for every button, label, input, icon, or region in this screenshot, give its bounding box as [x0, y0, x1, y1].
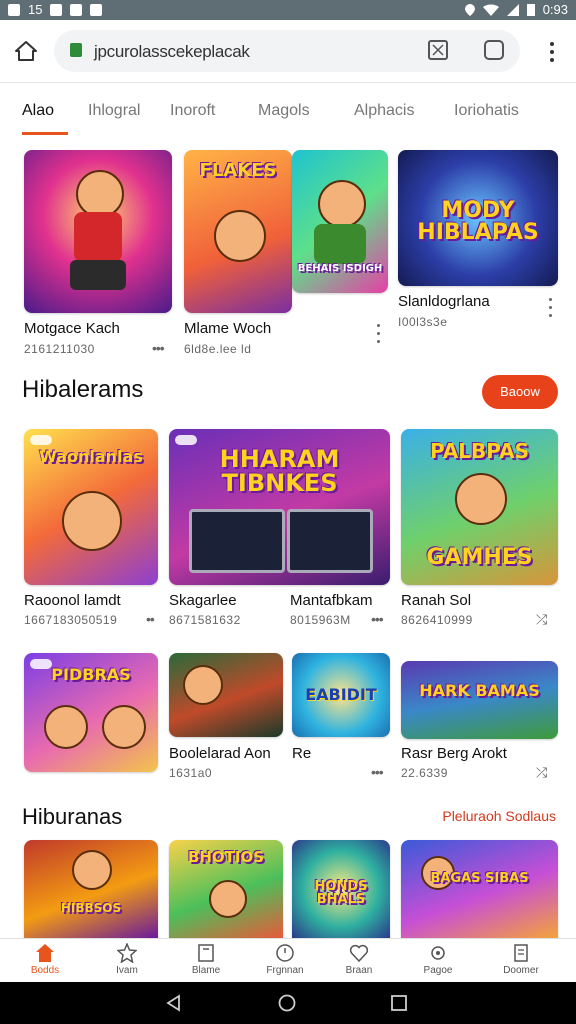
game-thumbnail[interactable]: HIBBSOS	[24, 840, 158, 938]
game-thumbnail[interactable]: BHOTIOS	[169, 840, 283, 938]
game-meta: 6ld8e.lee ld	[184, 342, 252, 356]
document-icon	[514, 944, 528, 962]
status-time: 0:93	[542, 2, 568, 17]
game-thumbnail[interactable]	[169, 653, 283, 737]
game-thumbnail[interactable]	[24, 150, 172, 313]
address-bar[interactable]: jpcurolasscekeplacak	[54, 30, 520, 72]
game-meta: 8015963M	[290, 613, 351, 627]
nav-item-home[interactable]: Bodds	[15, 943, 75, 976]
nav-item-blame[interactable]: Blame	[176, 943, 236, 976]
game-title[interactable]: Boolelarad Aon	[169, 745, 271, 762]
game-title[interactable]: Re	[292, 745, 311, 762]
section-link[interactable]: Pleluraoh Sodlaus	[442, 808, 556, 824]
url-text[interactable]: jpcurolasscekeplacak	[94, 42, 250, 62]
more-options-icon[interactable]	[377, 324, 381, 348]
game-meta: 1631a0	[169, 766, 213, 780]
nav-item-braan[interactable]: Braan	[329, 943, 389, 976]
tab-ihlogral[interactable]: Ihlogral	[88, 102, 140, 120]
game-thumbnail[interactable]: EABIDIT	[292, 653, 390, 737]
game-title[interactable]: Raoonol lamdt	[24, 592, 121, 609]
nav-item-doomer[interactable]: Doomer	[491, 943, 551, 976]
app-icon	[90, 3, 103, 16]
category-tabs: Alao Ihlogral Inoroft Magols Alphacis Io…	[0, 88, 576, 136]
more-options-icon[interactable]: •••	[152, 340, 165, 356]
game-meta: I00l3s3e	[398, 315, 448, 329]
recents-icon[interactable]	[390, 994, 408, 1012]
game-meta: 22.6339	[401, 766, 448, 780]
active-tab-indicator	[22, 132, 68, 135]
tab-ioriohatis[interactable]: Ioriohatis	[454, 102, 519, 120]
gear-icon	[431, 946, 445, 960]
game-meta: 2161211030	[24, 342, 95, 356]
section-action-button[interactable]: Baoow	[482, 375, 558, 409]
status-bar: 15 0:93	[0, 0, 576, 20]
tabs-icon[interactable]	[484, 40, 504, 60]
system-navigation-bar	[0, 982, 576, 1024]
game-thumbnail[interactable]: HARK BAMAS	[401, 661, 558, 739]
tab-inoroft[interactable]: Inoroft	[170, 102, 215, 120]
game-title[interactable]: Mlame Woch	[184, 320, 271, 337]
image-icon	[70, 3, 83, 16]
nav-item-ivam[interactable]: Ivam	[97, 943, 157, 976]
message-icon	[50, 3, 63, 16]
back-icon[interactable]	[165, 994, 183, 1012]
menu-icon[interactable]	[550, 42, 554, 62]
more-options-icon[interactable]: ••	[146, 611, 155, 627]
tab-magols[interactable]: Magols	[258, 102, 310, 120]
wifi-icon	[482, 4, 499, 16]
game-title[interactable]: Skagarlee	[169, 592, 237, 609]
game-title[interactable]: Rasr Berg Arokt	[401, 745, 507, 762]
clock-icon	[276, 944, 294, 962]
nav-item-pagoe[interactable]: Pagoe	[408, 943, 468, 976]
bottom-navigation: Bodds Ivam Blame Frgnnan Braan Pagoe Doo…	[0, 938, 576, 983]
game-thumbnail[interactable]: PIDBRAS	[24, 653, 158, 772]
badge-icon	[175, 435, 197, 445]
game-thumbnail[interactable]: HONDS BHALS	[292, 840, 390, 938]
close-tab-icon[interactable]	[428, 40, 448, 60]
game-thumbnail[interactable]: HHARAM TIBNKES	[169, 429, 390, 585]
section-title: Hiburanas	[22, 804, 123, 829]
star-icon	[117, 943, 137, 963]
more-options-icon[interactable]	[549, 298, 553, 322]
more-options-icon[interactable]: •••	[371, 764, 384, 780]
share-icon[interactable]: ⤮	[536, 764, 547, 781]
home-icon[interactable]	[14, 40, 38, 62]
game-thumbnail[interactable]: PALBPAS GAMHES	[401, 429, 558, 585]
share-icon[interactable]: ⤮	[536, 611, 547, 628]
location-icon	[464, 3, 475, 16]
game-title[interactable]: Ranah Sol	[401, 592, 471, 609]
page-icon	[198, 944, 214, 962]
home-icon	[36, 944, 54, 962]
game-thumbnail[interactable]: BAGAS SIBAS	[401, 840, 558, 938]
badge-icon	[30, 435, 52, 445]
tab-alao[interactable]: Alao	[22, 102, 54, 120]
tab-alphacis[interactable]: Alphacis	[354, 102, 414, 120]
signal-icon	[506, 3, 519, 16]
battery-icon	[526, 4, 535, 16]
game-title[interactable]: Slanldogrlana	[398, 293, 490, 310]
game-thumbnail[interactable]: Waonlanlas	[24, 429, 158, 585]
browser-toolbar: jpcurolasscekeplacak	[0, 20, 576, 83]
status-left-text: 15	[28, 2, 43, 17]
game-meta: 8626410999	[401, 613, 473, 627]
nav-item-frgnnan[interactable]: Frgnnan	[255, 943, 315, 976]
section-title: Hibalerams	[22, 376, 144, 403]
game-thumbnail[interactable]: BEHAIS ISDIGH	[292, 150, 388, 293]
game-title[interactable]: Mantafbkam	[290, 592, 373, 609]
notification-icon	[8, 3, 20, 16]
heart-icon	[349, 944, 369, 963]
home-circle-icon[interactable]	[278, 994, 296, 1012]
game-meta: 1667183050519	[24, 613, 118, 627]
game-meta: 8671581632	[169, 613, 241, 627]
more-options-icon[interactable]: •••	[371, 611, 384, 627]
lock-icon	[70, 43, 82, 57]
game-thumbnail[interactable]: FLAKES	[184, 150, 292, 313]
game-thumbnail[interactable]: MODY HIBLAPAS	[398, 150, 558, 286]
game-title[interactable]: Motgace Kach	[24, 320, 120, 337]
